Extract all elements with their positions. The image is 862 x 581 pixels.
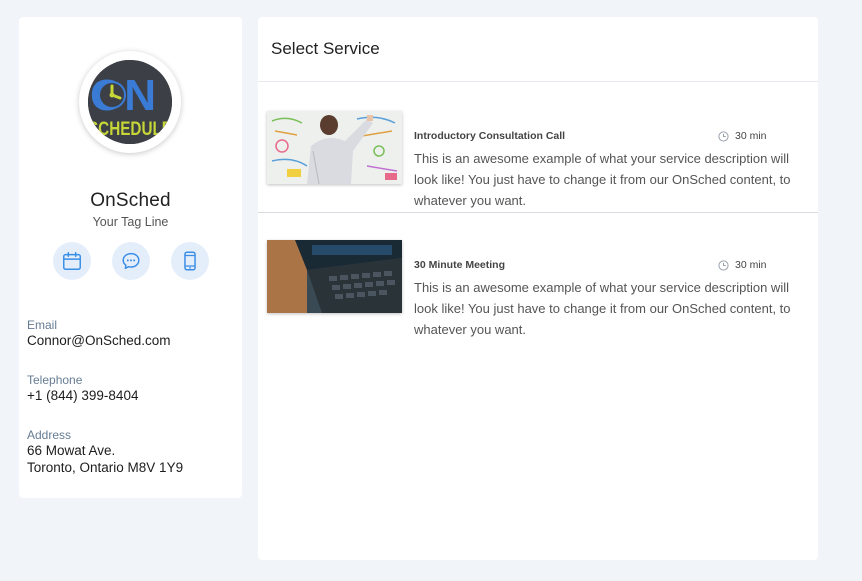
telephone-value: +1 (844) 399-8404 — [27, 388, 139, 403]
svg-text:SCHEDULE: SCHEDULE — [88, 119, 172, 140]
duration-label: 30 min — [735, 130, 767, 142]
service-description: This is an awesome example of what your … — [414, 151, 791, 208]
clock-icon — [718, 259, 729, 271]
calendar-icon — [63, 252, 81, 270]
service-item[interactable]: Introductory Consultation Call 30 min Th… — [258, 82, 818, 212]
service-duration: 30 min — [718, 259, 767, 271]
service-duration: 30 min — [718, 130, 767, 142]
service-name: 30 Minute Meeting — [414, 259, 506, 271]
email-value: Connor@OnSched.com — [27, 333, 171, 348]
company-name: OnSched — [90, 190, 171, 211]
contact-icons — [53, 242, 209, 280]
telephone-label: Telephone — [27, 373, 83, 387]
company-tagline: Your Tag Line — [92, 215, 169, 229]
service-description: This is an awesome example of what your … — [414, 280, 791, 337]
service-name: Introductory Consultation Call — [414, 130, 566, 142]
duration-label: 30 min — [735, 259, 767, 271]
laptop-photo-icon — [267, 240, 402, 313]
address-line-1: 66 Mowat Ave. — [27, 443, 116, 458]
mobile-button[interactable] — [171, 242, 209, 280]
service-item[interactable]: 30 Minute Meeting 30 min This is an awes… — [258, 213, 818, 343]
chat-button[interactable] — [112, 242, 150, 280]
chat-icon — [122, 252, 140, 270]
profile-card: ON SCHEDULE OnSched Your Tag Line — [19, 17, 242, 498]
calendar-button[interactable] — [53, 242, 91, 280]
clock-icon — [718, 130, 729, 142]
service-image — [267, 240, 402, 313]
address-line-2: Toronto, Ontario M8V 1Y9 — [27, 460, 184, 475]
service-panel: Select Service Introductory Consultation… — [258, 17, 818, 560]
address-label: Address — [27, 428, 72, 442]
service-image — [267, 111, 402, 184]
email-label: Email — [27, 318, 58, 332]
page-title: Select Service — [271, 39, 380, 58]
whiteboard-photo-icon — [267, 111, 402, 184]
company-logo: ON SCHEDULE — [79, 51, 181, 153]
mobile-icon — [184, 251, 196, 271]
onschedule-logo-icon: ON SCHEDULE — [88, 60, 172, 144]
